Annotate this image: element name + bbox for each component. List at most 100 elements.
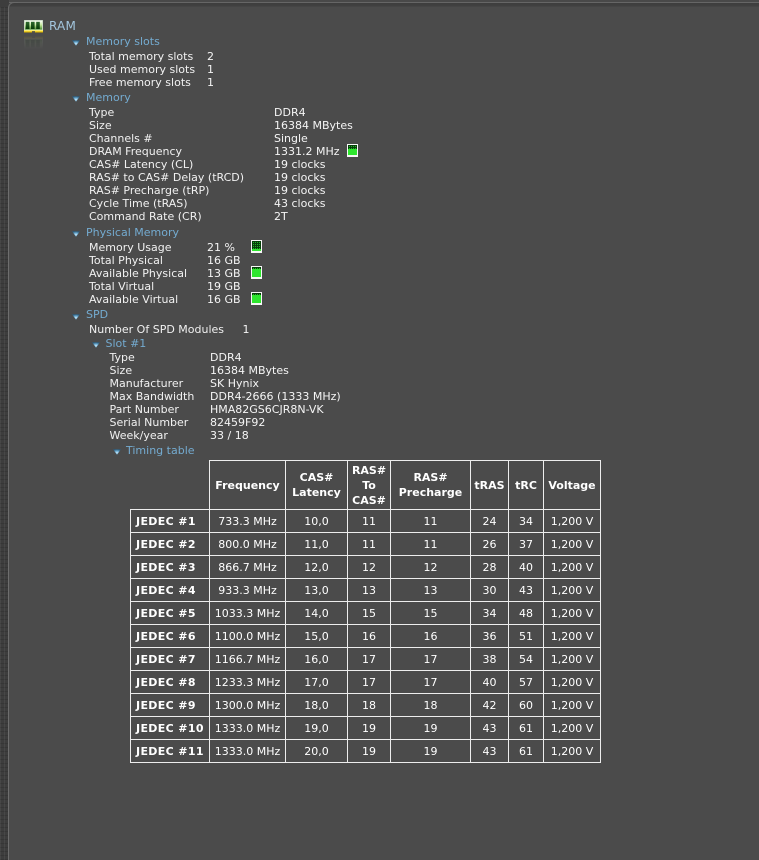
timing-cell: 18,0	[286, 694, 348, 717]
info-label: Channels #	[89, 132, 153, 145]
info-row: Channels # Single	[0, 132, 759, 145]
collapse-arrow-icon[interactable]	[72, 231, 80, 237]
section-title[interactable]: Slot #1	[106, 337, 147, 350]
info-label: Type	[89, 106, 114, 119]
timing-corner-cell	[131, 461, 210, 510]
info-value: 21 %	[207, 241, 235, 254]
timing-cell: 10,0	[286, 510, 348, 533]
section-header-spd: SPD	[0, 308, 759, 321]
info-label: Size	[89, 119, 112, 132]
info-label: Number Of SPD Modules	[89, 323, 224, 336]
timing-cell: 15,0	[286, 625, 348, 648]
timing-row: JEDEC #91300.0 MHz18,0181842601,200 V	[131, 694, 601, 717]
collapse-arrow-icon[interactable]	[113, 449, 121, 455]
timing-cell: 1,200 V	[544, 510, 601, 533]
timing-cell: 12	[348, 556, 391, 579]
section-title[interactable]: SPD	[86, 308, 108, 321]
timing-cell: 17	[348, 671, 391, 694]
timing-row: JEDEC #111333.0 MHz20,0191943611,200 V	[131, 740, 601, 763]
collapse-arrow-icon[interactable]	[72, 96, 80, 102]
timing-table: FrequencyCAS#LatencyRAS#ToCAS#RAS#Precha…	[130, 460, 601, 763]
info-label: Total memory slots	[89, 50, 193, 63]
timing-cell: 17	[391, 648, 471, 671]
info-label: Cycle Time (tRAS)	[89, 197, 188, 210]
timing-row: JEDEC #71166.7 MHz16,0171738541,200 V	[131, 648, 601, 671]
timing-row: JEDEC #81233.3 MHz17,0171740571,200 V	[131, 671, 601, 694]
timing-cell: 1,200 V	[544, 694, 601, 717]
section-header-timing-table: Timing table	[0, 444, 759, 457]
timing-cell: 16,0	[286, 648, 348, 671]
info-row: Total Physical 16 GB	[0, 254, 759, 267]
level-gauge	[251, 292, 262, 305]
info-row: Type DDR4	[0, 106, 759, 119]
timing-cell: 40	[471, 671, 509, 694]
timing-cell: 11	[348, 510, 391, 533]
info-value: 1331.2 MHz	[274, 145, 340, 158]
section-header-physical-memory: Physical Memory	[0, 226, 759, 239]
timing-cell: 1166.7 MHz	[210, 648, 286, 671]
section-title[interactable]: Memory slots	[86, 35, 160, 48]
timing-cell: 1033.3 MHz	[210, 602, 286, 625]
info-value: DDR4-2666 (1333 MHz)	[210, 390, 341, 403]
info-value: 16384 MBytes	[274, 119, 353, 132]
timing-cell: 26	[471, 533, 509, 556]
info-value: SK Hynix	[210, 377, 259, 390]
info-value: Single	[274, 132, 308, 145]
timing-row-label: JEDEC #5	[131, 602, 210, 625]
info-value: 13 GB	[207, 267, 241, 280]
info-row: RAS# Precharge (tRP) 19 clocks	[0, 184, 759, 197]
timing-cell: 61	[509, 740, 544, 763]
timing-cell: 38	[471, 648, 509, 671]
info-label: Total Physical	[89, 254, 163, 267]
info-label: Used memory slots	[89, 63, 195, 76]
info-row: Number Of SPD Modules 1	[0, 323, 759, 336]
timing-col-header: tRAS	[471, 461, 509, 510]
timing-cell: 36	[471, 625, 509, 648]
info-label: Size	[110, 364, 133, 377]
timing-cell: 15	[391, 602, 471, 625]
timing-row: JEDEC #2800.0 MHz11,0111126371,200 V	[131, 533, 601, 556]
timing-cell: 40	[509, 556, 544, 579]
info-row: Available Physical 13 GB	[0, 267, 759, 280]
timing-cell: 1,200 V	[544, 648, 601, 671]
info-label: Type	[110, 351, 135, 364]
section-title[interactable]: Memory	[86, 91, 131, 104]
timing-row-label: JEDEC #3	[131, 556, 210, 579]
timing-cell: 933.3 MHz	[210, 579, 286, 602]
timing-cell: 1333.0 MHz	[210, 740, 286, 763]
timing-cell: 866.7 MHz	[210, 556, 286, 579]
timing-cell: 1,200 V	[544, 556, 601, 579]
info-value: 19 GB	[207, 280, 241, 293]
timing-cell: 1,200 V	[544, 671, 601, 694]
timing-cell: 13	[348, 579, 391, 602]
section-title[interactable]: Timing table	[126, 444, 195, 457]
timing-cell: 60	[509, 694, 544, 717]
timing-col-header: tRC	[509, 461, 544, 510]
info-value: 1	[207, 63, 214, 76]
timing-cell: 43	[471, 717, 509, 740]
level-gauge	[251, 266, 262, 279]
timing-cell: 19	[348, 717, 391, 740]
info-row: Week/year 33 / 18	[0, 429, 759, 442]
timing-cell: 1,200 V	[544, 625, 601, 648]
info-row: Total memory slots 2	[0, 50, 759, 63]
info-value: 19 clocks	[274, 171, 325, 184]
timing-cell: 1100.0 MHz	[210, 625, 286, 648]
timing-cell: 18	[391, 694, 471, 717]
timing-cell: 37	[509, 533, 544, 556]
timing-row: JEDEC #51033.3 MHz14,0151534481,200 V	[131, 602, 601, 625]
info-row: RAS# to CAS# Delay (tRCD) 19 clocks	[0, 171, 759, 184]
collapse-arrow-icon[interactable]	[72, 40, 80, 46]
collapse-arrow-icon[interactable]	[92, 342, 100, 348]
timing-cell: 20,0	[286, 740, 348, 763]
info-label: Manufacturer	[110, 377, 184, 390]
section-header-memory-slots: Memory slots	[0, 35, 759, 48]
info-label: Max Bandwidth	[110, 390, 195, 403]
collapse-arrow-icon[interactable]	[72, 314, 80, 320]
timing-row-label: JEDEC #11	[131, 740, 210, 763]
timing-row-label: JEDEC #9	[131, 694, 210, 717]
info-value: 2T	[274, 210, 288, 223]
timing-row: JEDEC #61100.0 MHz15,0161636511,200 V	[131, 625, 601, 648]
section-title[interactable]: Physical Memory	[86, 226, 179, 239]
info-label: Part Number	[110, 403, 179, 416]
